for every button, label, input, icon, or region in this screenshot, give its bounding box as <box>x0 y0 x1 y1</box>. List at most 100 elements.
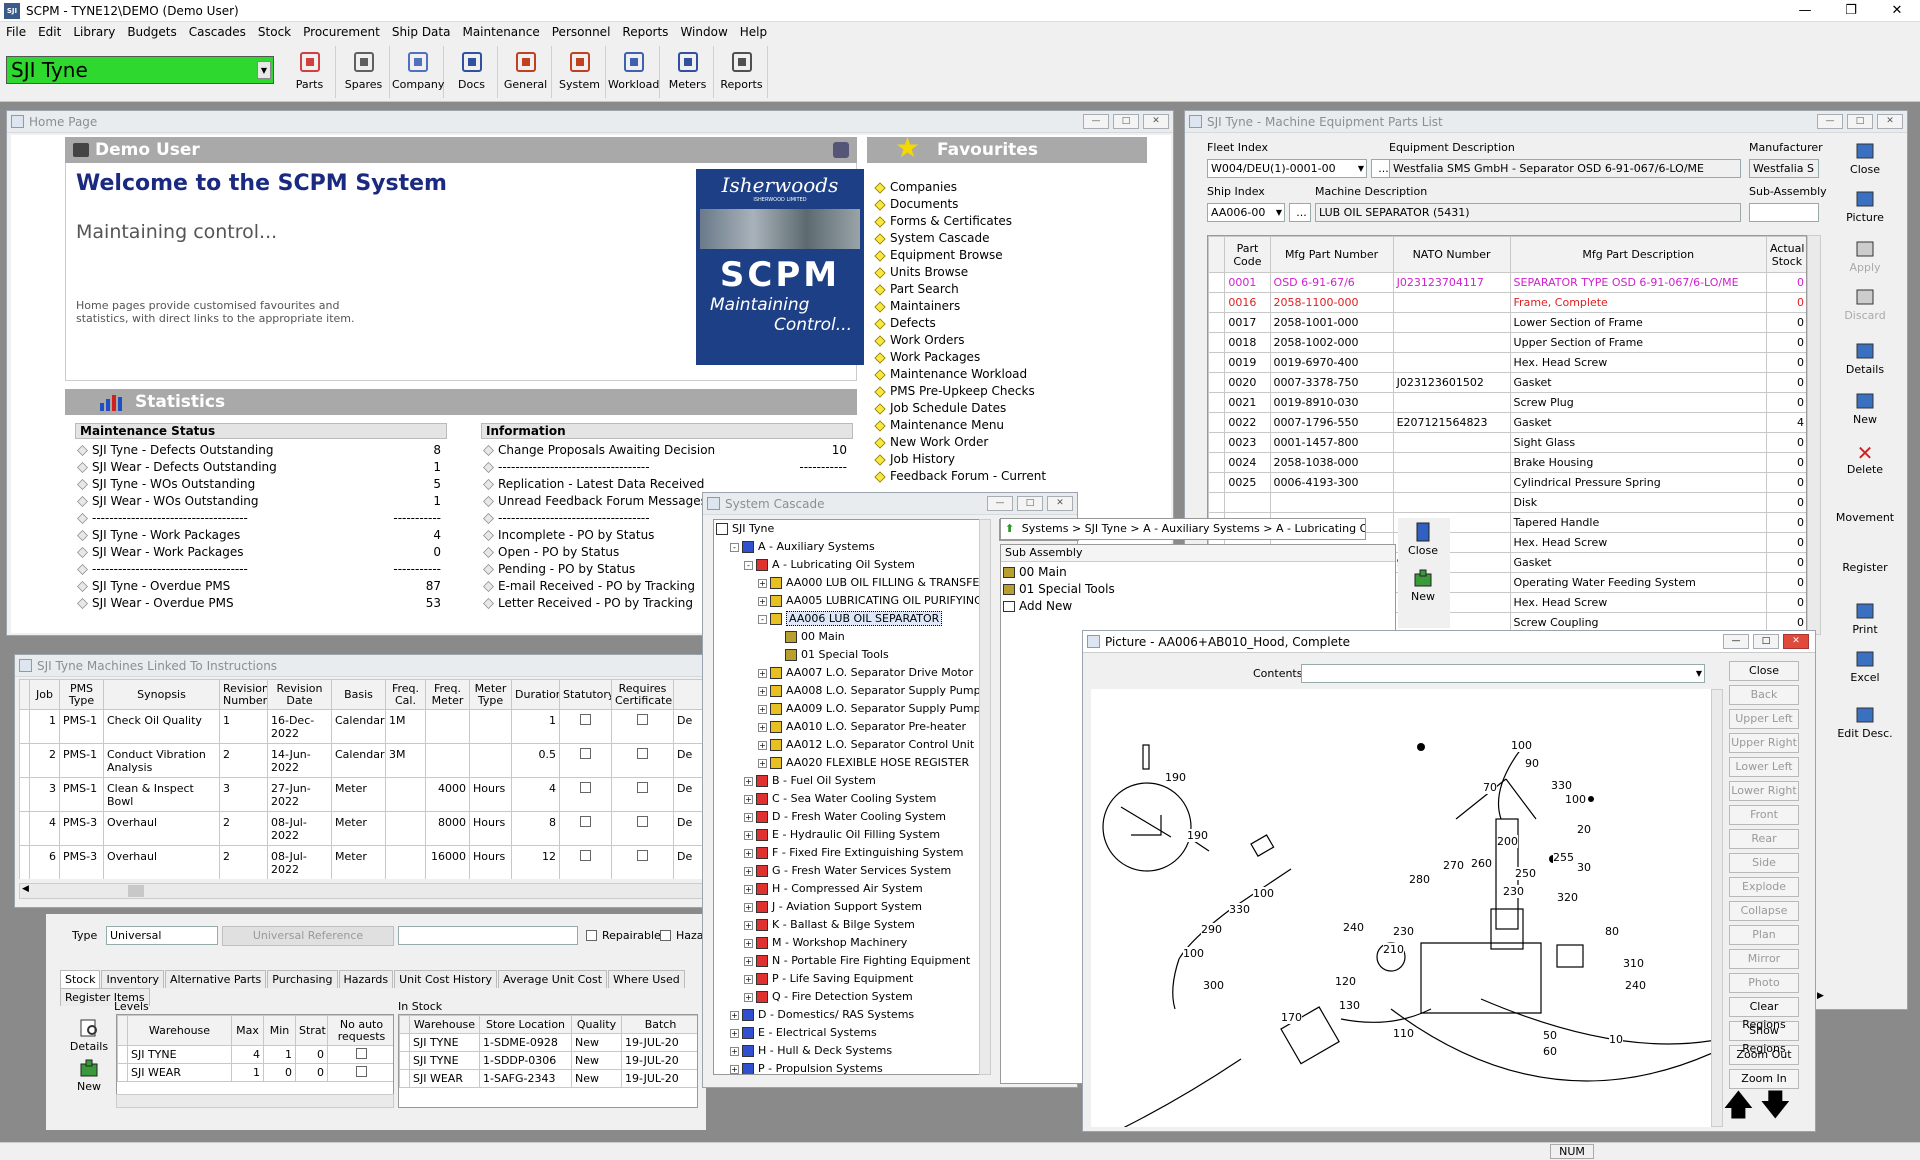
expand-icon[interactable]: + <box>758 740 767 750</box>
machines-col[interactable]: Duration <box>511 679 560 710</box>
arrow-down-icon[interactable]: 🡇 <box>1760 1091 1791 1121</box>
menu-cascades[interactable]: Cascades <box>183 25 252 39</box>
table-row[interactable]: 0020 0007-3378-750 J023123601502 Gasket 0 <box>1208 372 1806 393</box>
maximize-icon[interactable]: □ <box>1753 634 1779 649</box>
machines-col[interactable]: Meter Type <box>469 679 512 710</box>
tree-node[interactable]: + G - Fresh Water Services System <box>716 862 988 880</box>
tree-node[interactable]: + H - Hull & Deck Systems <box>716 1042 988 1060</box>
collapse-icon[interactable]: - <box>730 542 739 552</box>
expand-icon[interactable]: + <box>730 1010 739 1020</box>
expand-icon[interactable]: + <box>744 956 753 966</box>
callout-label[interactable]: 210 <box>1383 943 1404 956</box>
checkbox[interactable] <box>637 748 648 759</box>
levels-hscrollbar[interactable] <box>116 1094 394 1108</box>
row-selector[interactable] <box>19 709 30 744</box>
callout-label[interactable]: 80 <box>1605 925 1619 938</box>
tree-node[interactable]: + AA000 LUB OIL FILLING & TRANSFER <box>716 574 988 592</box>
print-button[interactable]: Print <box>1835 601 1895 636</box>
tab-alternative-parts[interactable]: Alternative Parts <box>165 970 267 988</box>
scroll-right-icon[interactable]: ▶ <box>1817 991 1827 1007</box>
minimize-icon[interactable]: — <box>1782 3 1828 18</box>
table-row[interactable]: 4 PMS-3 Overhaul 2 08-Jul-2022 Meter 8000 Hours… <box>19 811 709 846</box>
expand-icon[interactable]: + <box>744 776 753 786</box>
toolbar-docs-button[interactable]: Docs <box>446 46 498 98</box>
callout-label[interactable]: 230 <box>1393 925 1414 938</box>
expand-icon[interactable]: + <box>730 1028 739 1038</box>
minimize-icon[interactable]: — <box>1083 114 1109 129</box>
table-row[interactable]: SJI TYNE 1-SDME-0928 New 19-JUL-20 <box>399 1033 697 1052</box>
table-row[interactable]: SJI WEAR 1 0 0 <box>117 1063 393 1082</box>
toolbar-spares-button[interactable]: Spares <box>338 46 390 98</box>
favourite-item[interactable]: Job History <box>873 451 1153 468</box>
expand-icon[interactable]: + <box>744 848 753 858</box>
callout-label[interactable]: 255 <box>1553 851 1574 864</box>
tree-node[interactable]: + AA012 L.O. Separator Control Unit <box>716 736 988 754</box>
menu-reports[interactable]: Reports <box>616 25 674 39</box>
table-row[interactable]: SJI TYNE 4 1 0 <box>117 1045 393 1064</box>
row-selector[interactable] <box>1208 352 1226 373</box>
row-selector[interactable] <box>1208 372 1226 393</box>
register-button[interactable]: Register <box>1835 561 1895 574</box>
tree-node[interactable]: 01 Special Tools <box>716 646 988 664</box>
callout-label[interactable]: 10 <box>1609 1033 1623 1046</box>
row-selector[interactable] <box>1208 472 1226 493</box>
favourite-item[interactable]: Job Schedule Dates <box>873 400 1153 417</box>
expand-icon[interactable]: + <box>744 884 753 894</box>
table-row[interactable]: SJI WEAR 1-SAFG-2343 New 19-JUL-20 <box>399 1069 697 1088</box>
row-selector[interactable] <box>1208 292 1226 313</box>
type-field[interactable]: Universal <box>106 926 218 945</box>
table-row[interactable]: 0022 0007-1796-550 E207121564823 Gasket 4 <box>1208 412 1806 433</box>
table-row[interactable]: 0016 2058-1100-000 Frame, Complete 0 <box>1208 292 1806 313</box>
checkbox[interactable] <box>580 850 591 861</box>
toolbar-reports-button[interactable]: Reports <box>716 46 768 98</box>
checkbox[interactable] <box>580 782 591 793</box>
row-selector[interactable] <box>1208 392 1226 413</box>
home-settings-icon[interactable] <box>833 142 849 158</box>
checkbox[interactable] <box>580 714 591 725</box>
tree-node[interactable]: + Q - Fire Detection System <box>716 988 988 1006</box>
tree-node[interactable]: + P - Life Saving Equipment <box>716 970 988 988</box>
stock-col[interactable]: Batch <box>621 1015 697 1034</box>
arrow-up-icon[interactable]: 🡅 <box>1723 1091 1754 1121</box>
callout-label[interactable]: 250 <box>1515 867 1536 880</box>
ship-selector[interactable]: SJI Tyne ▼ <box>6 56 274 84</box>
expand-icon[interactable]: + <box>758 704 767 714</box>
table-row[interactable]: 0025 0006-4193-300 Cylindrical Pressure Sp… <box>1208 472 1806 493</box>
table-row[interactable]: 6 PMS-3 Overhaul 2 08-Jul-2022 Meter 16000 Hour… <box>19 845 709 879</box>
favourite-item[interactable]: Work Packages <box>873 349 1153 366</box>
machines-hscrollbar[interactable]: ◀ <box>19 883 709 899</box>
checkbox[interactable] <box>580 748 591 759</box>
callout-label[interactable]: 240 <box>1343 921 1364 934</box>
contents-select[interactable]: ▼ <box>1301 664 1705 683</box>
restore-icon[interactable]: ❐ <box>1828 3 1874 18</box>
favourite-item[interactable]: PMS Pre-Upkeep Checks <box>873 383 1153 400</box>
expand-icon[interactable]: + <box>744 920 753 930</box>
callout-label[interactable]: 280 <box>1409 873 1430 886</box>
callout-label[interactable]: 30 <box>1577 861 1591 874</box>
toolbar-system-button[interactable]: System <box>554 46 606 98</box>
favourite-item[interactable]: System Cascade <box>873 230 1153 247</box>
toolbar-parts-button[interactable]: Parts <box>284 46 336 98</box>
row-selector[interactable] <box>19 743 30 778</box>
stat-row[interactable]: Change Proposals Awaiting Decision 10 <box>481 442 853 459</box>
tree-node[interactable]: + AA007 L.O. Separator Drive Motor <box>716 664 988 682</box>
menu-window[interactable]: Window <box>674 25 733 39</box>
tree-node[interactable]: + M - Workshop Machinery <box>716 934 988 952</box>
hazardous-checkbox[interactable] <box>660 930 671 941</box>
callout-label[interactable]: 20 <box>1577 823 1591 836</box>
tab-inventory[interactable]: Inventory <box>101 970 164 988</box>
tree-node[interactable]: + H - Compressed Air System <box>716 880 988 898</box>
new-button[interactable]: New <box>64 1058 114 1093</box>
table-row[interactable]: 2 PMS-1 Conduct Vibration Analysis 2 14-Jun-… <box>19 743 709 778</box>
collapse-icon[interactable]: - <box>758 614 767 624</box>
stat-row[interactable]: SJI Tyne - Overdue PMS 87 <box>75 578 447 595</box>
callout-label[interactable]: 120 <box>1335 975 1356 988</box>
tree-node[interactable]: + K - Ballast & Bilge System <box>716 916 988 934</box>
expand-icon[interactable]: + <box>758 686 767 696</box>
callout-label[interactable]: 60 <box>1543 1045 1557 1058</box>
menu-personnel[interactable]: Personnel <box>546 25 617 39</box>
tree-node[interactable]: - A - Auxiliary Systems <box>716 538 988 556</box>
expand-icon[interactable]: + <box>744 794 753 804</box>
stat-row[interactable]: SJI Wear - Work Packages 0 <box>75 544 447 561</box>
stat-row[interactable]: SJI Tyne - Work Packages 4 <box>75 527 447 544</box>
